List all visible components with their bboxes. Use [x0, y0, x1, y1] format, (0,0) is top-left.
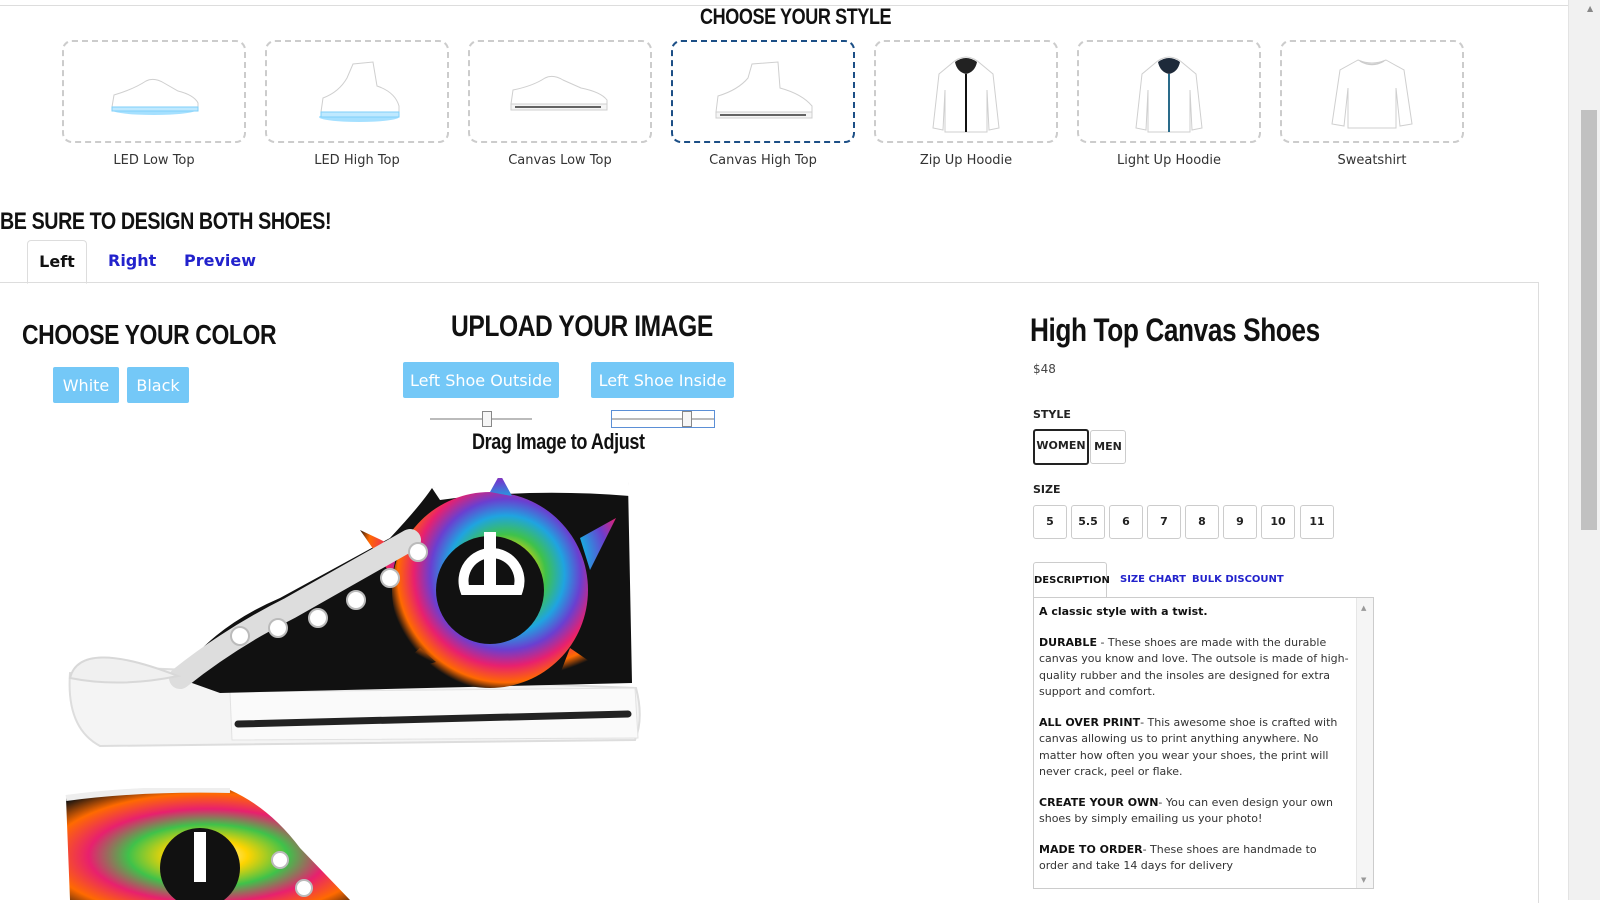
- scroll-up-arrow-icon[interactable]: ▲: [1587, 4, 1593, 13]
- style-option-light-up-hoodie[interactable]: Light Up Hoodie: [1077, 40, 1261, 168]
- zoom-slider-outside-handle[interactable]: [482, 411, 492, 427]
- size-label-heading: SIZE: [1033, 483, 1061, 496]
- style-label: Canvas Low Top: [508, 153, 612, 168]
- design-tabs: Left Right Preview: [0, 240, 1540, 284]
- tab-bulk-discount[interactable]: BULK DISCOUNT: [1192, 562, 1284, 598]
- color-black-button[interactable]: Black: [127, 367, 189, 403]
- style-option-canvas-high-top[interactable]: Canvas High Top: [671, 40, 855, 168]
- tab-left[interactable]: Left: [27, 240, 87, 284]
- page-scrollbar-thumb[interactable]: [1581, 110, 1597, 530]
- size-option-8[interactable]: 8: [1185, 505, 1219, 539]
- style-women-option[interactable]: WOMEN: [1033, 429, 1089, 465]
- sweatshirt-icon: [1331, 58, 1413, 128]
- description-tabs: DESCRIPTION SIZE CHART BULK DISCOUNT: [1033, 562, 1373, 600]
- canvas-high-top-shoe-icon: [715, 60, 813, 118]
- upload-image-title: UPLOAD YOUR IMAGE: [451, 310, 713, 343]
- page-scrollbar[interactable]: ▲: [1568, 0, 1600, 900]
- description-heading: DURABLE: [1039, 635, 1097, 649]
- style-option-led-low-top[interactable]: LED Low Top: [62, 40, 246, 168]
- size-option-10[interactable]: 10: [1261, 505, 1295, 539]
- tab-right[interactable]: Right: [108, 240, 156, 282]
- shoe-inside-preview[interactable]: [60, 788, 360, 900]
- design-both-shoes-title: BE SURE TO DESIGN BOTH SHOES!: [0, 208, 332, 235]
- style-card[interactable]: [468, 40, 652, 143]
- left-shoe-inside-button[interactable]: Left Shoe Inside: [591, 362, 734, 398]
- choose-color-title: CHOOSE YOUR COLOR: [22, 319, 277, 350]
- style-men-option[interactable]: MEN: [1090, 430, 1126, 464]
- style-option-sweatshirt[interactable]: Sweatshirt: [1280, 40, 1464, 168]
- size-option-5-5[interactable]: 5.5: [1071, 505, 1105, 539]
- description-scrollbar[interactable]: ▲ ▼: [1356, 598, 1373, 888]
- size-option-9[interactable]: 9: [1223, 505, 1257, 539]
- style-label: Light Up Hoodie: [1116, 153, 1222, 168]
- style-label: Canvas High Top: [709, 153, 817, 168]
- shoe-outside-preview[interactable]: [60, 478, 650, 763]
- canvas-low-top-shoe-icon: [510, 75, 608, 110]
- style-card-selected[interactable]: [671, 40, 855, 143]
- style-label: LED High Top: [314, 153, 400, 168]
- style-option-canvas-low-top[interactable]: Canvas Low Top: [468, 40, 652, 168]
- zip-hoodie-icon: [932, 56, 1000, 132]
- zoom-slider-inside[interactable]: [611, 410, 715, 428]
- description-heading: CREATE YOUR OWN: [1039, 795, 1159, 809]
- tab-description[interactable]: DESCRIPTION: [1033, 562, 1110, 600]
- style-card[interactable]: [1077, 40, 1261, 143]
- style-card[interactable]: [62, 40, 246, 143]
- color-white-button[interactable]: White: [53, 367, 119, 403]
- description-heading: MADE TO ORDER: [1039, 842, 1143, 856]
- style-label: Zip Up Hoodie: [919, 153, 1013, 168]
- led-low-top-shoe-icon: [111, 78, 199, 115]
- scroll-up-arrow-icon[interactable]: ▲: [1361, 604, 1366, 612]
- scroll-down-arrow-icon[interactable]: ▼: [1361, 876, 1366, 884]
- product-title: High Top Canvas Shoes: [1030, 312, 1320, 348]
- tab-preview[interactable]: Preview: [184, 240, 256, 282]
- description-intro: A classic style with a twist.: [1039, 605, 1208, 618]
- style-option-zip-up-hoodie[interactable]: Zip Up Hoodie: [874, 40, 1058, 168]
- style-label: Sweatshirt: [1337, 153, 1407, 168]
- size-option-6[interactable]: 6: [1109, 505, 1143, 539]
- drag-image-label: Drag Image to Adjust: [472, 429, 645, 454]
- style-label: LED Low Top: [113, 153, 195, 168]
- style-label-heading: STYLE: [1033, 408, 1071, 421]
- size-option-5[interactable]: 5: [1033, 505, 1067, 539]
- size-option-7[interactable]: 7: [1147, 505, 1181, 539]
- product-price: $48: [1033, 362, 1056, 376]
- light-hoodie-icon: [1135, 56, 1203, 132]
- zoom-slider-inside-handle[interactable]: [682, 411, 692, 427]
- zoom-slider-outside[interactable]: [430, 418, 532, 420]
- style-card[interactable]: [874, 40, 1058, 143]
- left-shoe-outside-button[interactable]: Left Shoe Outside: [403, 362, 559, 398]
- tab-size-chart[interactable]: SIZE CHART: [1120, 562, 1186, 598]
- description-panel[interactable]: A classic style with a twist. DURABLE - …: [1033, 597, 1374, 889]
- style-card[interactable]: [1280, 40, 1464, 143]
- choose-style-title: CHOOSE YOUR STYLE: [700, 4, 892, 29]
- description-heading: ALL OVER PRINT: [1039, 715, 1141, 729]
- led-high-top-shoe-icon: [319, 60, 400, 122]
- style-list: LED Low Top LED High Top Canvas Low Top: [62, 40, 1464, 168]
- style-option-led-high-top[interactable]: LED High Top: [265, 40, 449, 168]
- size-option-11[interactable]: 11: [1300, 505, 1334, 539]
- style-card[interactable]: [265, 40, 449, 143]
